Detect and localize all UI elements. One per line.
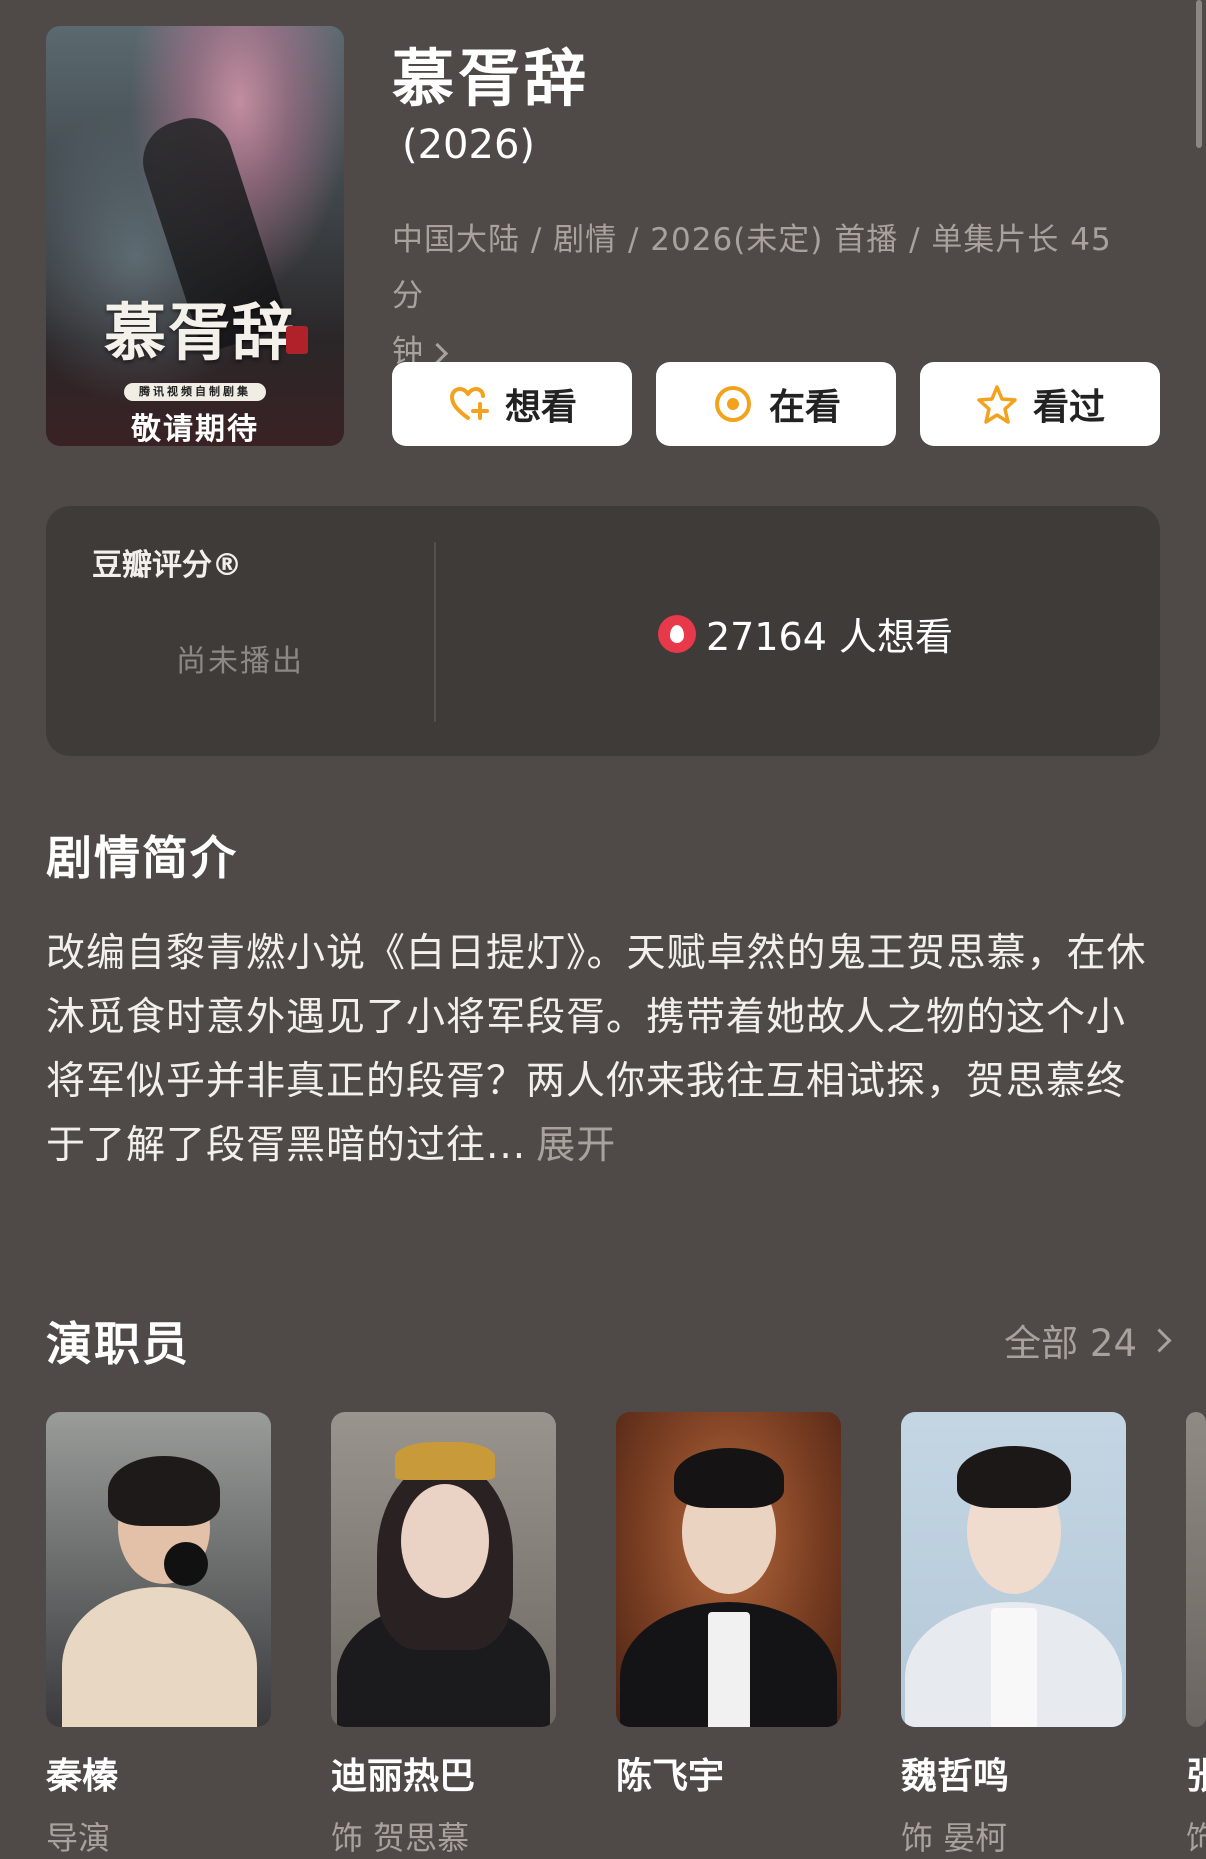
chevron-right-icon xyxy=(426,342,449,365)
heart-plus-icon xyxy=(449,387,489,420)
star-icon xyxy=(977,385,1017,424)
cast-role: 饰 xyxy=(1186,1819,1206,1857)
cast-name: 陈飞宇 xyxy=(616,1756,725,1797)
cast-heading: 演职员 xyxy=(46,1317,190,1371)
meta-line-1: 中国大陆 / 剧情 / 2026(未定) 首播 / 单集片长 45 分 xyxy=(392,222,1112,314)
wish-count: 27164 人想看 xyxy=(658,606,953,661)
watching-button[interactable]: 在看 xyxy=(656,362,896,446)
wish-count-text: 27164 人想看 xyxy=(706,615,953,659)
flame-icon xyxy=(658,614,696,653)
cast-name: 迪丽热巴 xyxy=(331,1756,476,1797)
want-to-watch-button[interactable]: 想看 xyxy=(392,362,632,446)
expand-link[interactable]: 展开 xyxy=(536,1123,616,1168)
rating-divider xyxy=(434,542,436,722)
poster-seal xyxy=(286,326,308,354)
cast-card[interactable]: 陈飞宇 xyxy=(616,1412,841,1813)
rating-status: 尚未播出 xyxy=(176,644,304,679)
cast-name: 魏哲鸣 xyxy=(901,1756,1010,1797)
poster-tagline: 敬请期待 xyxy=(131,412,259,446)
synopsis-heading: 剧情简介 xyxy=(46,831,238,885)
watched-label: 看过 xyxy=(1032,387,1105,428)
watching-label: 在看 xyxy=(768,387,841,428)
scrollbar[interactable] xyxy=(1196,0,1202,148)
poster-image[interactable]: 慕胥辞 腾讯视频自制剧集 敬请期待 xyxy=(46,26,344,446)
cast-role: 饰 晏柯 xyxy=(901,1819,1008,1857)
cast-photo xyxy=(901,1412,1126,1727)
cast-photo xyxy=(331,1412,556,1727)
page-title: 慕胥辞 xyxy=(392,42,591,115)
watched-button[interactable]: 看过 xyxy=(920,362,1160,446)
cast-photo xyxy=(1186,1412,1206,1727)
cast-photo xyxy=(46,1412,271,1727)
poster-pill: 腾讯视频自制剧集 xyxy=(124,383,266,401)
rating-card: 豆瓣评分® 尚未播出 27164 人想看 xyxy=(46,506,1160,756)
chevron-right-icon xyxy=(1147,1327,1172,1353)
release-year: (2026) xyxy=(402,122,536,168)
cast-name: 秦榛 xyxy=(46,1756,119,1797)
poster-calligraphy: 慕胥辞 xyxy=(103,296,296,369)
cast-name: 张 xyxy=(1186,1756,1206,1797)
cast-all-label: 全部 24 xyxy=(1004,1322,1137,1365)
cast-card[interactable]: 张 饰 xyxy=(1186,1412,1206,1859)
cast-role: 导演 xyxy=(46,1819,111,1857)
cast-role: 饰 贺思慕 xyxy=(331,1819,470,1857)
rating-label: 豆瓣评分® xyxy=(92,548,242,583)
cast-card[interactable]: 秦榛 导演 xyxy=(46,1412,271,1859)
cast-card[interactable]: 迪丽热巴 饰 贺思慕 xyxy=(331,1412,556,1859)
synopsis-text: 改编自黎青燃小说《白日提灯》。天赋卓然的鬼王贺思慕，在休沐觅食时意外遇见了小将军… xyxy=(46,922,1156,1178)
cast-card[interactable]: 魏哲鸣 饰 晏柯 xyxy=(901,1412,1126,1859)
want-to-watch-label: 想看 xyxy=(504,387,577,428)
cast-photo xyxy=(616,1412,841,1727)
target-icon xyxy=(714,386,751,422)
meta-info[interactable]: 中国大陆 / 剧情 / 2026(未定) 首播 / 单集片长 45 分 钟 xyxy=(392,212,1152,380)
cast-all-link[interactable]: 全部 24 xyxy=(1004,1313,1172,1367)
